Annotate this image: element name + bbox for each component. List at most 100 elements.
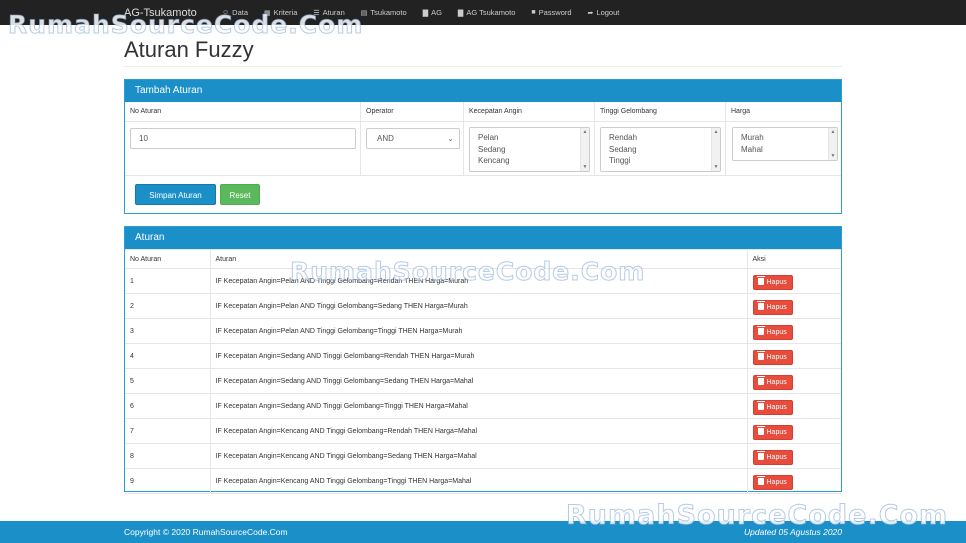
kecepatan-scrollbar[interactable]: ▲ ▼	[580, 128, 589, 171]
delete-label: Hapus	[766, 404, 787, 411]
tinggi-listbox[interactable]: Rendah Sedang Tinggi ▲ ▼	[600, 127, 721, 172]
rule-number: 1	[125, 268, 211, 294]
table-row: 7 IF Kecepatan Angin=Kencang AND Tinggi G…	[125, 418, 841, 444]
kecepatan-listbox[interactable]: Pelan Sedang Kencang ▲ ▼	[469, 127, 590, 172]
action-cell: Hapus	[746, 318, 841, 344]
scroll-down-icon[interactable]: ▼	[712, 164, 720, 170]
kecepatan-column: Kecepatan Angin Pelan Sedang Kencang ▲ ▼	[464, 102, 595, 176]
operator-select[interactable]: AND ⌄	[366, 128, 460, 149]
action-cell: Hapus	[746, 393, 841, 419]
rule-text: IF Kecepatan Angin=Sedang AND Tinggi Gel…	[209, 343, 748, 369]
scroll-up-icon[interactable]: ▲	[829, 129, 837, 135]
list-icon: ☰	[313, 9, 320, 17]
table-header-row: No Aturan Aturan Aksi	[125, 249, 841, 269]
harga-scrollbar[interactable]: ▲ ▼	[828, 128, 837, 160]
list-option[interactable]: Sedang	[609, 144, 637, 156]
rules-heading: Aturan	[125, 227, 841, 249]
rule-number: 9	[125, 468, 211, 494]
reset-button[interactable]: Reset	[220, 184, 260, 205]
list-option[interactable]: Mahal	[741, 144, 764, 156]
title-divider	[124, 66, 842, 67]
table-row: 6 IF Kecepatan Angin=Sedang AND Tinggi Ge…	[125, 393, 841, 419]
table-row: 9 IF Kecepatan Angin=Kencang AND Tinggi G…	[125, 468, 841, 494]
action-cell: Hapus	[746, 343, 841, 369]
harga-listbox[interactable]: Murah Mahal ▲ ▼	[732, 127, 838, 161]
nav-item-label: Tsukamoto	[370, 8, 407, 17]
nav-item-aturan[interactable]: ☰ Aturan	[313, 8, 344, 17]
action-cell: Hapus	[746, 368, 841, 394]
delete-button[interactable]: Hapus	[752, 425, 793, 440]
logout-icon: ➦	[587, 9, 594, 17]
rule-text: IF Kecepatan Angin=Kencang AND Tinggi Ge…	[209, 443, 748, 469]
rule-text: IF Kecepatan Angin=Pelan AND Tinggi Gelo…	[209, 293, 748, 319]
rule-number: 2	[125, 293, 211, 319]
save-rule-button[interactable]: Simpan Aturan	[135, 184, 216, 205]
delete-button[interactable]: Hapus	[752, 400, 793, 415]
tinggi-options: Rendah Sedang Tinggi	[609, 132, 637, 167]
nav-item-logout[interactable]: ➦ Logout	[588, 8, 620, 17]
list-option[interactable]: Sedang	[478, 144, 510, 156]
scroll-up-icon[interactable]: ▲	[581, 129, 589, 135]
delete-button[interactable]: Hapus	[752, 375, 793, 390]
rules-table: No Aturan Aturan Aksi 1 IF Kecepatan Angi…	[125, 249, 841, 494]
nav-item-data[interactable]: ☺ Data	[222, 8, 248, 17]
table-row: 1 IF Kecepatan Angin=Pelan AND Tinggi Gel…	[125, 268, 841, 294]
rule-text: IF Kecepatan Angin=Sedang AND Tinggi Gel…	[209, 368, 748, 394]
rule-text: IF Kecepatan Angin=Kencang AND Tinggi Ge…	[209, 468, 748, 494]
delete-button[interactable]: Hapus	[752, 475, 793, 490]
action-cell: Hapus	[746, 268, 841, 294]
scroll-up-icon[interactable]: ▲	[712, 129, 720, 135]
tinggi-column: Tinggi Gelombang Rendah Sedang Tinggi ▲ ▼	[595, 102, 726, 176]
delete-label: Hapus	[766, 329, 787, 336]
trash-icon	[756, 376, 765, 385]
form-divider	[125, 175, 841, 176]
brand-link[interactable]: AG-Tsukamoto	[124, 7, 197, 19]
grid-icon: ▦	[264, 9, 271, 17]
delete-label: Hapus	[766, 429, 787, 436]
delete-button[interactable]: Hapus	[752, 350, 793, 365]
nav-item-tsukamoto[interactable]: ▤ Tsukamoto	[361, 8, 407, 17]
nav-item-password[interactable]: ■ Password	[531, 8, 571, 17]
delete-label: Hapus	[766, 454, 787, 461]
table-row: 2 IF Kecepatan Angin=Pelan AND Tinggi Gel…	[125, 293, 841, 319]
no-aturan-input[interactable]: 10	[130, 128, 356, 149]
footer: Copyright © 2020 RumahSourceCode.Com Upd…	[0, 521, 966, 543]
harga-column: Harga Murah Mahal ▲ ▼	[726, 102, 841, 176]
rule-number: 4	[125, 343, 211, 369]
nav-item-label: Kriteria	[273, 8, 298, 17]
nav-item-label: Logout	[596, 8, 620, 17]
delete-button[interactable]: Hapus	[752, 275, 793, 290]
operator-label: Operator	[366, 108, 394, 115]
trash-icon	[756, 401, 765, 410]
delete-label: Hapus	[766, 379, 787, 386]
top-navbar: AG-Tsukamoto ☺ Data ▦ Kriteria ☰ Aturan ▤ Tsuka…	[0, 0, 966, 25]
nav-item-ag-tsukamoto[interactable]: ▇ AG Tsukamoto	[458, 8, 515, 17]
column-divider	[125, 121, 360, 122]
delete-button[interactable]: Hapus	[752, 325, 793, 340]
nav-item-ag[interactable]: ▇ AG	[423, 8, 442, 17]
updated-text: Updated 05 Agustus 2020	[744, 527, 842, 537]
list-option[interactable]: Pelan	[478, 132, 510, 144]
list-option[interactable]: Rendah	[609, 132, 637, 144]
scroll-down-icon[interactable]: ▼	[829, 153, 837, 159]
column-header: Aksi	[746, 249, 841, 269]
nav-item-label: Data	[232, 8, 248, 17]
rule-text: IF Kecepatan Angin=Pelan AND Tinggi Gelo…	[209, 268, 748, 294]
delete-button[interactable]: Hapus	[752, 450, 793, 465]
delete-button[interactable]: Hapus	[752, 300, 793, 315]
kecepatan-options: Pelan Sedang Kencang	[478, 132, 510, 167]
no-column: No Aturan 10	[125, 102, 361, 176]
list-option[interactable]: Kencang	[478, 155, 510, 167]
trash-icon	[756, 451, 765, 460]
scroll-down-icon[interactable]: ▼	[581, 164, 589, 170]
list-option[interactable]: Murah	[741, 132, 764, 144]
add-rule-heading: Tambah Aturan	[125, 80, 841, 102]
add-rule-panel: Tambah Aturan No Aturan 10 Operator AND …	[124, 79, 842, 214]
trash-icon	[756, 476, 765, 485]
harga-options: Murah Mahal	[741, 132, 764, 155]
list-option[interactable]: Tinggi	[609, 155, 637, 167]
nav-item-kriteria[interactable]: ▦ Kriteria	[264, 8, 297, 17]
tinggi-scrollbar[interactable]: ▲ ▼	[711, 128, 720, 171]
user-icon: ☺	[222, 9, 230, 16]
rule-text: IF Kecepatan Angin=Sedang AND Tinggi Gel…	[209, 393, 748, 419]
